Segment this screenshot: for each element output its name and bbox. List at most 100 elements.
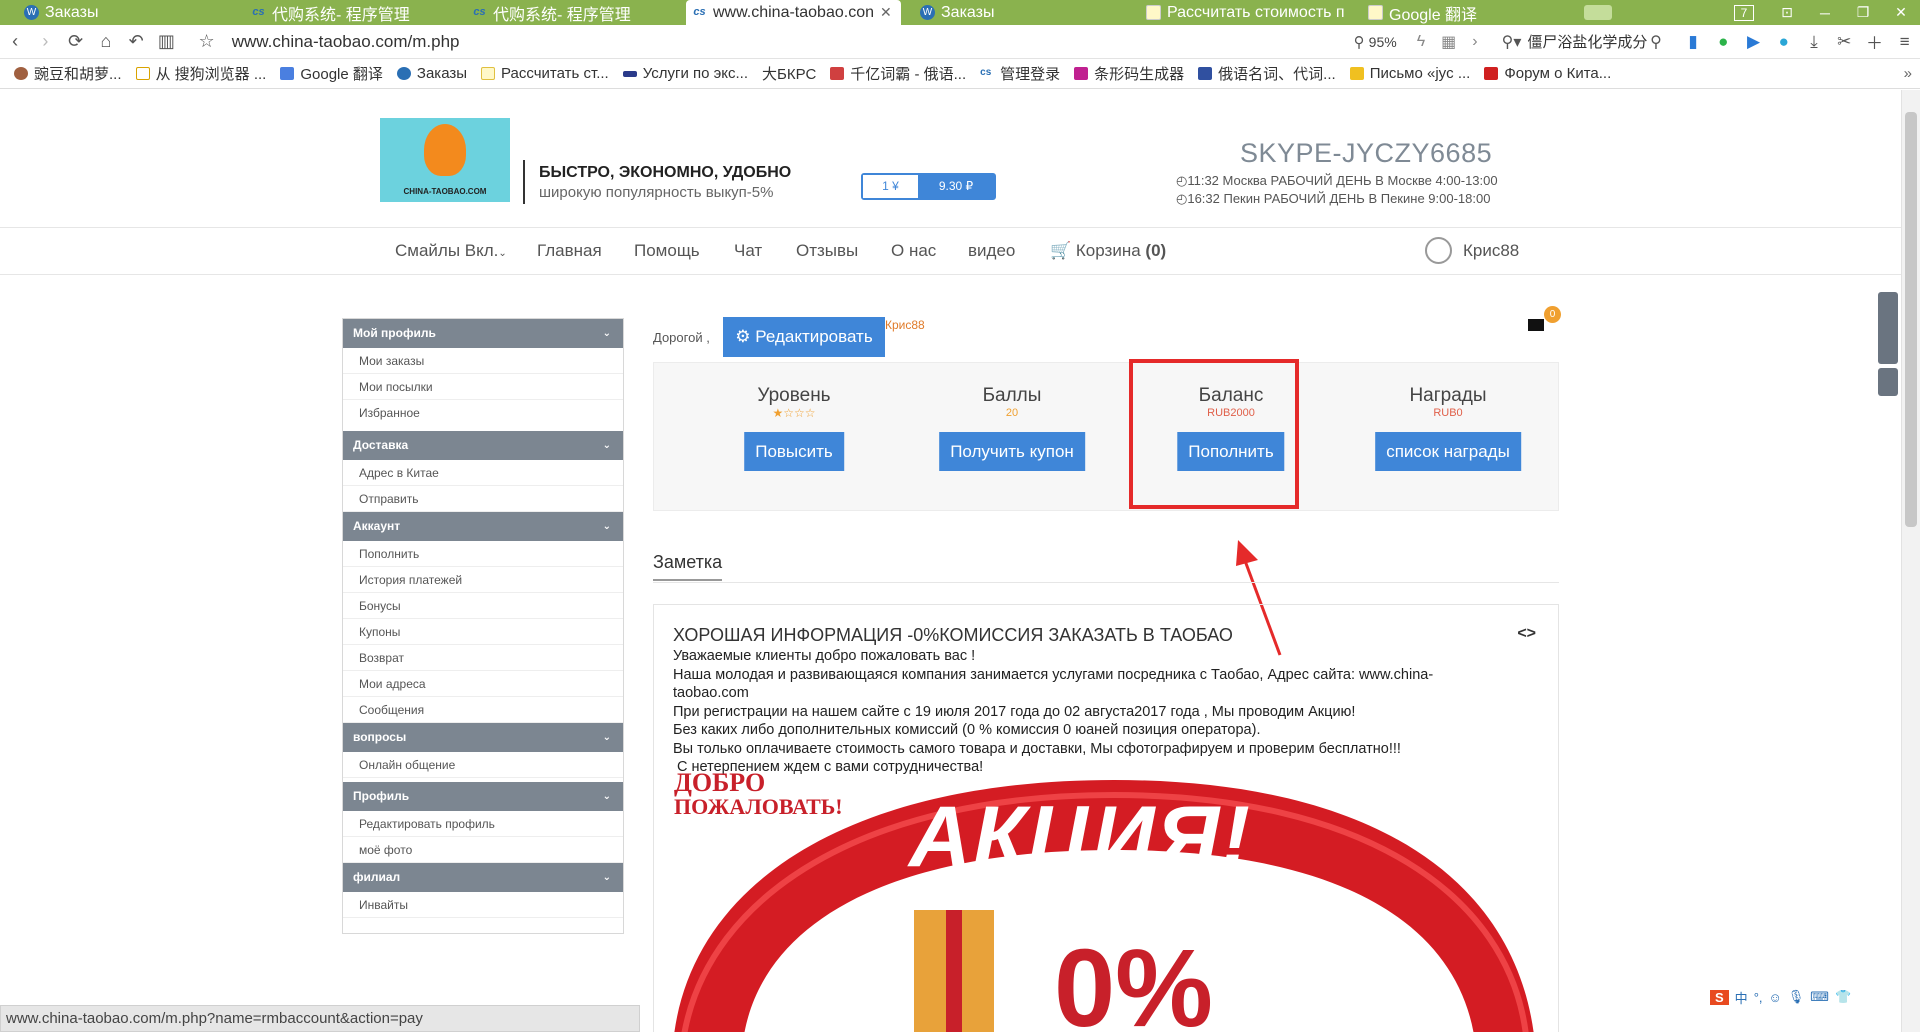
sidebar-item-online-chat[interactable]: Онлайн общение bbox=[343, 752, 623, 778]
upgrade-button[interactable]: Повысить bbox=[744, 432, 844, 471]
bookmark-item[interactable]: cs 管理登录 bbox=[980, 63, 1060, 84]
bookmark-item[interactable]: Услуги по экс... bbox=[622, 65, 748, 82]
browser-tab-active[interactable]: cs www.china-taobao.con ✕ bbox=[686, 0, 901, 25]
bookmark-item[interactable]: 豌豆和胡萝... bbox=[14, 63, 122, 84]
reload-icon[interactable]: ⟳ bbox=[61, 31, 91, 52]
scrollbar-thumb[interactable] bbox=[1905, 112, 1917, 527]
sogou-ime-icon[interactable]: S bbox=[1710, 989, 1729, 1005]
search-input[interactable]: 僵尸浴盐化学成分 bbox=[1527, 31, 1650, 52]
tab-count-badge[interactable]: 7 bbox=[1734, 4, 1754, 21]
keyboard-icon[interactable]: ⌨ bbox=[1810, 989, 1829, 1005]
wechat-icon[interactable]: ● bbox=[1708, 32, 1738, 52]
user-avatar-icon[interactable] bbox=[1425, 237, 1452, 264]
undo-icon[interactable]: ↶ bbox=[121, 31, 151, 52]
sidebar-item-my-parcels[interactable]: Мои посылки bbox=[343, 374, 623, 400]
bookmark-item[interactable]: Google 翻译 bbox=[280, 63, 383, 84]
sidebar-item-edit-profile[interactable]: Редактировать профиль bbox=[343, 811, 623, 837]
sidebar-item-messages[interactable]: Сообщения bbox=[343, 697, 623, 723]
sidebar-item-china-address[interactable]: Адрес в Китае bbox=[343, 460, 623, 486]
nav-chat[interactable]: Чат bbox=[734, 241, 762, 261]
reader-icon[interactable]: ▥ bbox=[151, 31, 181, 52]
nav-help[interactable]: Помощь bbox=[634, 241, 700, 261]
nav-video[interactable]: видео bbox=[968, 241, 1015, 261]
bookmark-item[interactable]: 大БКРС bbox=[762, 63, 816, 84]
mail-icon[interactable] bbox=[1528, 319, 1544, 331]
nav-cart[interactable]: 🛒 Корзина (0) bbox=[1050, 241, 1166, 261]
close-tab-icon[interactable]: ✕ bbox=[880, 4, 892, 21]
sidebar-section-questions[interactable]: вопросы ⌄ bbox=[343, 723, 623, 752]
sidebar-item-refund[interactable]: Возврат bbox=[343, 645, 623, 671]
bookmark-star-icon[interactable]: ☆ bbox=[192, 31, 222, 52]
bookmark-item[interactable]: Письмо «jyc ... bbox=[1349, 65, 1470, 82]
bookmark-folder[interactable]: 从 搜狗浏览器 ... bbox=[135, 63, 266, 84]
browser-tab[interactable]: W Заказы bbox=[914, 0, 1134, 25]
close-window-icon[interactable]: ✕ bbox=[1882, 4, 1920, 21]
rewards-list-button[interactable]: список награды bbox=[1375, 432, 1521, 471]
browser-tab[interactable]: Рассчитать стоимость п bbox=[1140, 0, 1358, 25]
skin-icon[interactable]: ⊡ bbox=[1768, 4, 1806, 21]
nav-home[interactable]: Главная bbox=[537, 241, 602, 261]
code-icon[interactable]: <> bbox=[1517, 625, 1536, 643]
nav-about[interactable]: О нас bbox=[891, 241, 936, 261]
sidebar-section-delivery[interactable]: Доставка ⌄ bbox=[343, 431, 623, 460]
sidebar-section-profile-settings[interactable]: Профиль ⌄ bbox=[343, 782, 623, 811]
scissors-icon[interactable]: ✂ bbox=[1829, 32, 1859, 52]
browser-tab[interactable]: cs 代购系统- 程序管理 bbox=[466, 0, 676, 25]
sidebar-item-top-up[interactable]: Пополнить bbox=[343, 541, 623, 567]
bookmark-item[interactable]: Рассчитать ст... bbox=[481, 65, 609, 82]
plus-icon[interactable]: ＋ bbox=[1859, 29, 1889, 54]
sidebar-item-coupons[interactable]: Купоны bbox=[343, 619, 623, 645]
browser-tab[interactable]: cs 代购系统- 程序管理 bbox=[245, 0, 445, 25]
restore-icon[interactable]: ❐ bbox=[1844, 4, 1882, 21]
browser-tab[interactable]: Google 翻译 bbox=[1362, 0, 1572, 25]
bookmark-item[interactable]: 千亿词霸 - 俄语... bbox=[830, 63, 966, 84]
ime-punct-icon[interactable]: °, bbox=[1754, 990, 1763, 1005]
zoom-icon[interactable]: ⚲ bbox=[1354, 33, 1365, 51]
side-feedback-widget[interactable] bbox=[1878, 368, 1898, 396]
chevron-right-icon[interactable]: › bbox=[1472, 33, 1477, 51]
tab-notes[interactable]: Заметка bbox=[653, 552, 723, 581]
nav-reviews[interactable]: Отзывы bbox=[796, 241, 858, 261]
menu-icon[interactable]: ≡ bbox=[1890, 32, 1920, 52]
download-icon[interactable]: ⤓ bbox=[1799, 32, 1829, 52]
forward-icon[interactable]: › bbox=[30, 31, 60, 52]
sidebar-item-my-orders[interactable]: Мои заказы bbox=[343, 348, 623, 374]
search-engine-icon[interactable]: ⚲▾ bbox=[1502, 32, 1522, 52]
ime-toolbar[interactable]: S 中 °, ☺ 🎙 ⌨ 👕 bbox=[1710, 985, 1852, 1009]
nav-username[interactable]: Крис88 bbox=[1463, 241, 1519, 261]
mic-icon[interactable]: 🎙 bbox=[1788, 989, 1805, 1005]
skin-icon[interactable]: 👕 bbox=[1835, 989, 1851, 1005]
minimize-icon[interactable]: ─ bbox=[1806, 5, 1844, 21]
home-icon[interactable]: ⌂ bbox=[91, 31, 121, 52]
get-coupon-button[interactable]: Получить купон bbox=[939, 432, 1085, 471]
nav-smileys[interactable]: Смайлы Вкл.⌄ bbox=[395, 241, 507, 261]
sidebar-section-account[interactable]: Аккаунт ⌄ bbox=[343, 512, 623, 541]
zoom-level[interactable]: 95% bbox=[1369, 34, 1397, 50]
sidebar-section-profile[interactable]: Мой профиль ⌄ bbox=[343, 319, 623, 348]
flash-icon[interactable]: ϟ bbox=[1417, 33, 1425, 51]
browser-tab[interactable]: W Заказы bbox=[18, 0, 198, 25]
more-bookmarks-icon[interactable]: » bbox=[1904, 65, 1912, 82]
url-input[interactable]: www.china-taobao.com/m.php bbox=[232, 32, 1122, 52]
bookmark-item[interactable]: Заказы bbox=[396, 65, 467, 82]
emoji-icon[interactable]: ☺ bbox=[1769, 990, 1782, 1005]
sidebar-item-favorites[interactable]: Избранное bbox=[343, 400, 623, 426]
back-icon[interactable]: ‹ bbox=[0, 31, 30, 52]
ime-chinese-icon[interactable]: 中 bbox=[1735, 988, 1748, 1007]
sidebar-item-invites[interactable]: Инвайты bbox=[343, 892, 623, 918]
new-tab-button[interactable] bbox=[1584, 5, 1612, 20]
bookmark-item[interactable]: 俄语名词、代词... bbox=[1198, 63, 1336, 84]
site-logo[interactable]: CHINA-TAOBAO.COM bbox=[380, 118, 510, 202]
sidebar-section-branch[interactable]: филиал ⌄ bbox=[343, 863, 623, 892]
qr-icon[interactable]: ▦ bbox=[1441, 32, 1456, 52]
bookmark-item[interactable]: Форум о Кита... bbox=[1484, 65, 1611, 82]
sidebar-item-send[interactable]: Отправить bbox=[343, 486, 623, 512]
sidebar-item-bonuses[interactable]: Бонусы bbox=[343, 593, 623, 619]
bookmark-item[interactable]: 条形码生成器 bbox=[1074, 63, 1184, 84]
bookmark-icon[interactable]: ▮ bbox=[1678, 32, 1708, 52]
translate-icon[interactable]: ● bbox=[1769, 32, 1799, 52]
greeting-username[interactable]: Крис88 bbox=[885, 318, 925, 332]
sidebar-item-my-photo[interactable]: моё фото bbox=[343, 837, 623, 863]
play-icon[interactable]: ▶ bbox=[1738, 32, 1768, 52]
sidebar-item-my-addresses[interactable]: Мои адреса bbox=[343, 671, 623, 697]
